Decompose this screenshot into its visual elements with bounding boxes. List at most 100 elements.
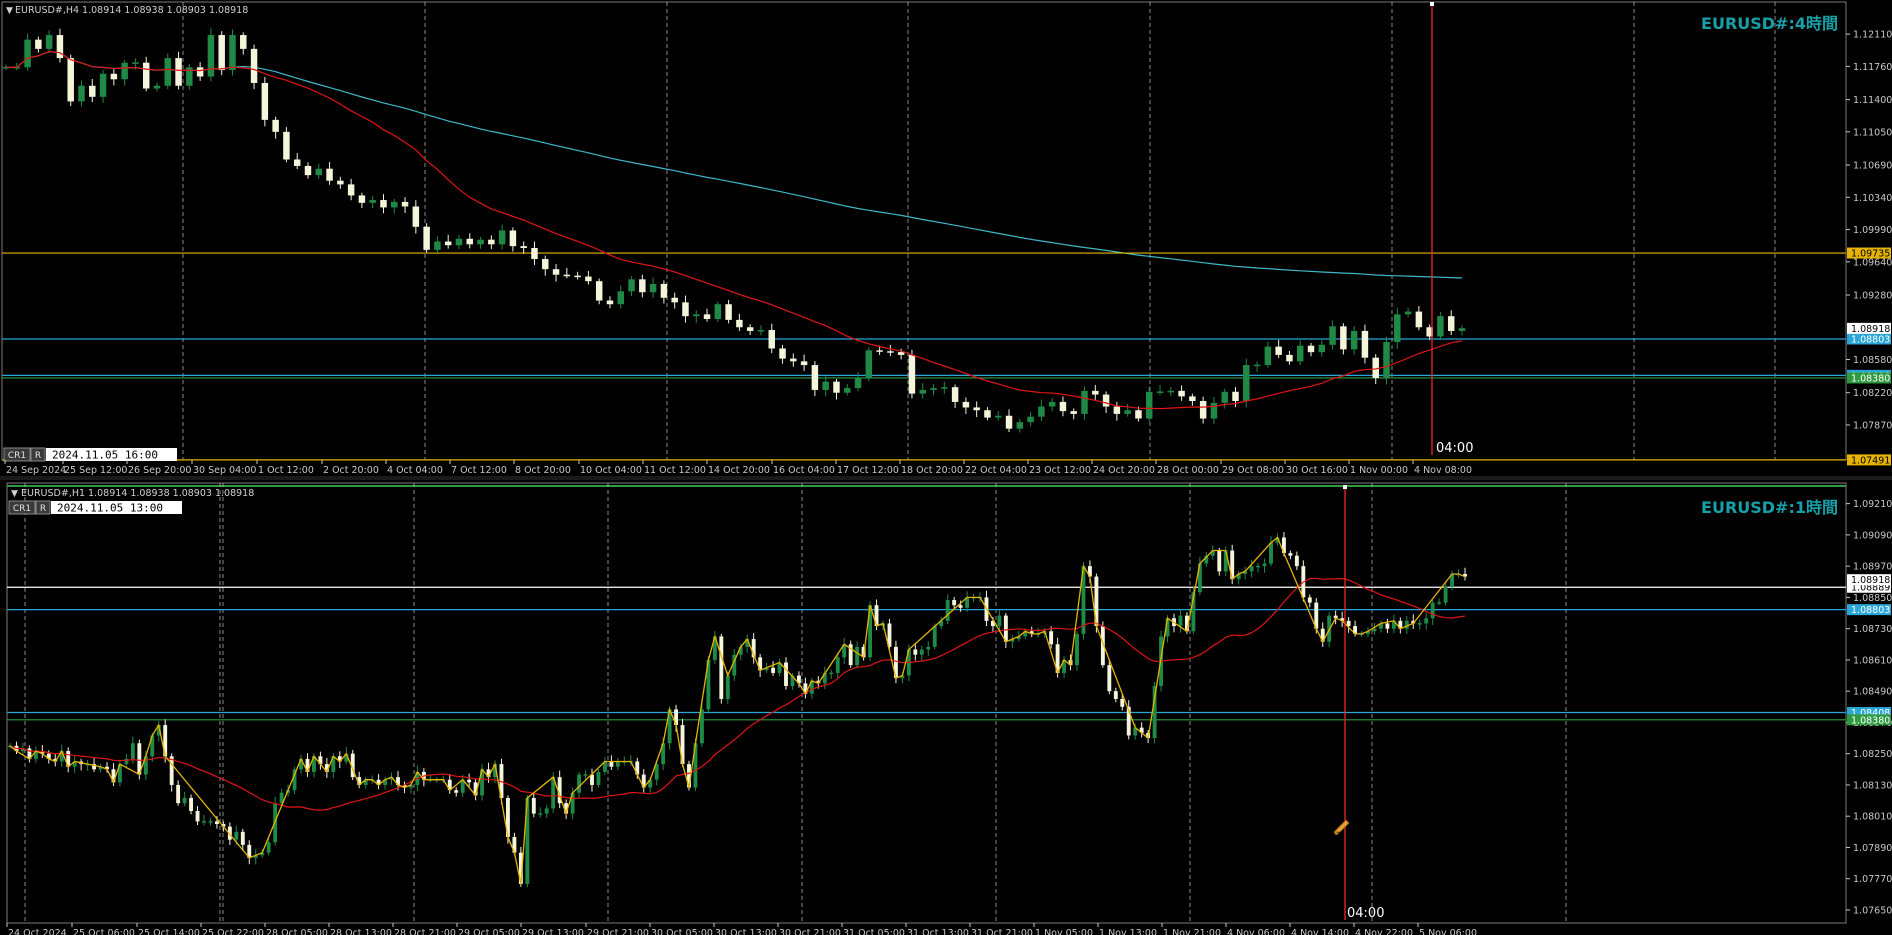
candle-body [391, 201, 398, 208]
price-line-tag-label: 1.08380 [1851, 373, 1890, 384]
candle-body [1003, 615, 1008, 642]
candle-body [941, 387, 948, 389]
price-tick-label: 1.08130 [1853, 780, 1892, 791]
candle-body [1430, 602, 1435, 619]
candle-body [1372, 628, 1377, 632]
h1-crosshair-handle[interactable] [1343, 485, 1347, 489]
time-tick-label: 25 Oct 06:00 [73, 928, 135, 935]
h1-controls[interactable]: CR1 R 2024.11.05 13:00 [8, 500, 182, 515]
candle-body [1070, 411, 1077, 414]
candle-body [315, 168, 323, 176]
price-tick-label: 1.08010 [1853, 812, 1892, 823]
candle-body [1329, 326, 1336, 345]
candle-body [811, 365, 819, 390]
candle-body [995, 415, 1002, 418]
candle-body [829, 672, 834, 675]
candle-body [865, 350, 873, 378]
candle-body [1340, 326, 1347, 350]
candle-body [1385, 623, 1390, 629]
candle-body [207, 35, 215, 77]
candle-body [784, 662, 788, 686]
candle-body [973, 407, 980, 411]
time-tick-label: 24 Sep 2024 [6, 465, 66, 476]
candle-body [835, 657, 840, 673]
price-tick-label: 1.12110 [1853, 30, 1892, 41]
candle-body [615, 761, 620, 767]
candle-body [1102, 394, 1110, 407]
candle-body [189, 797, 194, 811]
price-tick-label: 1.08730 [1853, 624, 1892, 635]
candle-body [1027, 416, 1034, 423]
candle-body [1424, 618, 1429, 624]
candle-body [164, 58, 172, 86]
candle-body [1275, 346, 1282, 355]
time-tick-label: 7 Oct 12:00 [451, 465, 507, 476]
candle-body [1447, 316, 1455, 331]
candle-body [1135, 410, 1142, 419]
candle-body [563, 274, 571, 277]
candle-body [617, 291, 624, 305]
candle-body [538, 813, 543, 815]
candle-body [800, 361, 808, 366]
h1-header-arrow-icon[interactable]: ▼ [11, 489, 18, 499]
candle-body [434, 241, 441, 250]
h4-controls[interactable]: CR1 R 2024.11.05 16:00 [3, 447, 177, 462]
candle-body [1075, 633, 1079, 666]
candle-body [746, 327, 754, 331]
candle-body [110, 73, 118, 80]
time-tick-label: 16 Oct 04:00 [773, 465, 835, 476]
candle-body [229, 35, 236, 71]
price-tick-label: 1.11760 [1853, 62, 1892, 73]
time-tick-label: 30 Oct 05:00 [651, 928, 713, 935]
panel-separator[interactable] [0, 476, 1892, 480]
candle-body [660, 283, 668, 298]
candle-body [498, 230, 506, 245]
price-tick-label: 1.10690 [1853, 161, 1892, 172]
candle-body [1120, 698, 1125, 707]
candle-body [1404, 311, 1412, 315]
h4-header-arrow-icon[interactable]: ▼ [6, 6, 13, 16]
price-line-tag-label: 1.08803 [1851, 605, 1890, 616]
candle-body [293, 159, 301, 166]
candle-body [326, 168, 333, 181]
time-tick-label: 25 Oct 22:00 [202, 928, 264, 935]
candle-body [1294, 555, 1299, 567]
candle-body [887, 351, 894, 353]
candle-body [266, 842, 271, 853]
candle-body [833, 381, 840, 393]
candle-body [1178, 615, 1183, 627]
candle-body [958, 605, 963, 608]
time-tick-label: 1 Nov 13:00 [1099, 928, 1157, 935]
time-tick-label: 4 Nov 22:00 [1355, 928, 1413, 935]
price-tick-label: 1.08610 [1853, 655, 1892, 666]
candle-body [467, 779, 472, 783]
time-tick-label: 28 Oct 00:00 [1157, 465, 1219, 476]
candle-body [1178, 390, 1185, 397]
candle-body [1458, 328, 1466, 331]
h4-chart-header: EURUSD#,H4 1.08914 1.08938 1.08903 1.089… [15, 5, 248, 16]
time-tick-label: 8 Oct 20:00 [515, 465, 571, 476]
candle-body [99, 73, 107, 97]
h1-crosshair-label: 04:00 [1347, 906, 1384, 921]
price-tick-label: 1.09990 [1853, 225, 1892, 236]
candle-body [412, 206, 420, 227]
time-tick-label: 28 Oct 05:00 [266, 928, 328, 935]
candle-body [552, 269, 560, 275]
candle-body [1350, 330, 1358, 350]
h1-chart-title: EURUSD#:1時間 [1701, 498, 1838, 517]
candle-body [945, 600, 950, 621]
candle-body [35, 39, 42, 49]
time-tick-label: 30 Oct 13:00 [715, 928, 777, 935]
price-tick-label: 1.08580 [1853, 355, 1892, 366]
candle-body [1199, 401, 1207, 419]
h4-crosshair-handle[interactable] [1430, 2, 1434, 6]
candle-body [261, 82, 269, 120]
time-tick-label: 18 Oct 20:00 [901, 465, 963, 476]
candle-body [595, 281, 603, 301]
price-line-tag-label: 1.08803 [1851, 334, 1890, 345]
price-tick-label: 1.10340 [1853, 193, 1892, 204]
h1-price-axis[interactable]: 1.09210 1.09090 1.08970 1.08850 1.08730 1.086… [1846, 499, 1892, 916]
candle-body [1005, 415, 1013, 429]
h4-cr1-label: CR1 [8, 451, 26, 461]
candle-body [1307, 345, 1315, 353]
